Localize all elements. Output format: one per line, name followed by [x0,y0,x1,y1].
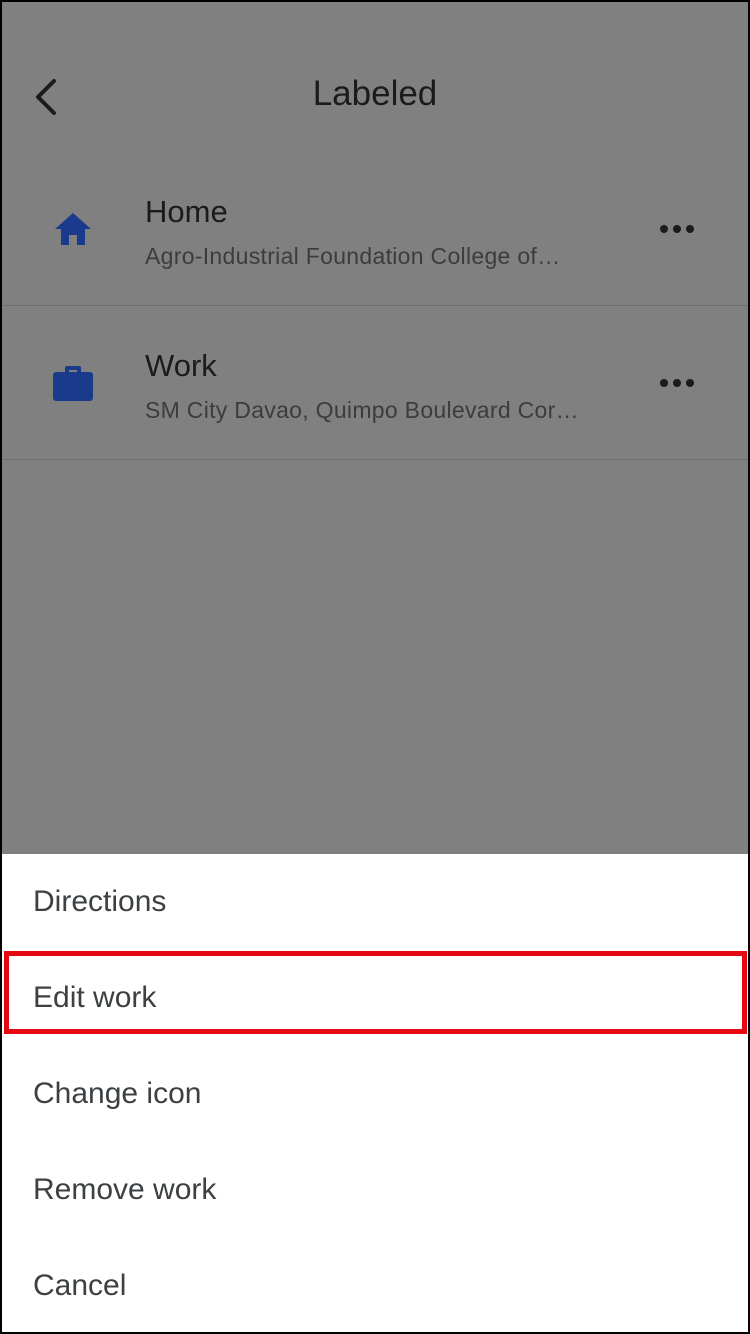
remove-work-option[interactable]: Remove work [2,1142,748,1238]
home-icon [50,206,96,252]
list-item-home[interactable]: Home Agro-Industrial Foundation College … [0,152,750,306]
labeled-places-list: Home Agro-Industrial Foundation College … [0,152,750,460]
list-item-work[interactable]: Work SM City Davao, Quimpo Boulevard Cor… [0,306,750,460]
more-options-button[interactable] [652,209,702,249]
more-options-button[interactable] [652,363,702,403]
more-horizontal-icon [660,379,694,387]
briefcase-icon [50,360,96,406]
cancel-option[interactable]: Cancel [2,1238,748,1334]
edit-work-option[interactable]: Edit work [2,950,748,1046]
page-title: Labeled [312,74,438,113]
directions-option[interactable]: Directions [2,854,748,950]
change-icon-option[interactable]: Change icon [2,1046,748,1142]
action-sheet: Directions Edit work Change icon Remove … [2,854,748,1332]
place-label: Home [145,194,228,229]
place-address: Agro-Industrial Foundation College of… [145,243,561,269]
place-label: Work [145,348,217,383]
place-address: SM City Davao, Quimpo Boulevard Cor… [145,397,579,423]
more-horizontal-icon [660,225,694,233]
app-header: Labeled [0,0,750,150]
